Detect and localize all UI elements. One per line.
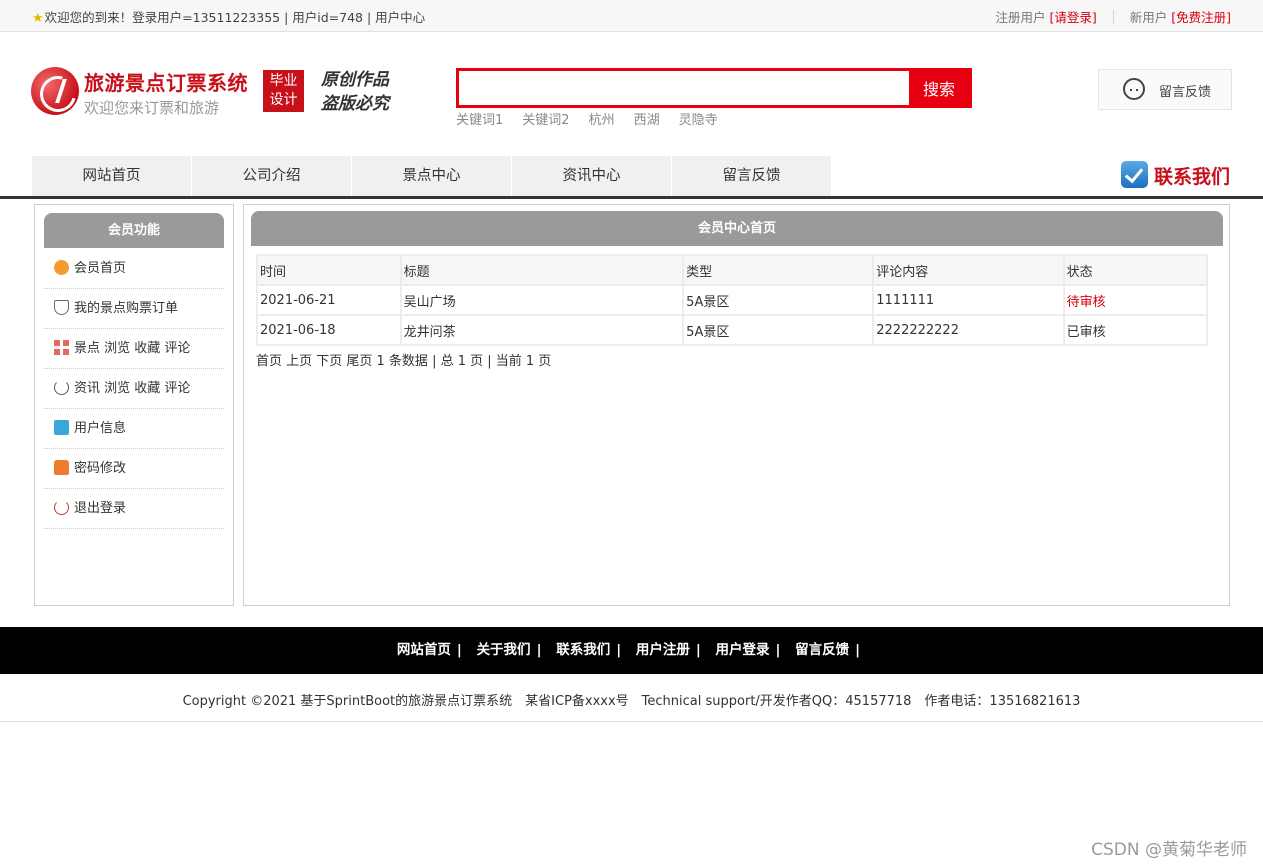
footer-link-feedback[interactable]: 留言反馈 — [795, 642, 849, 658]
sidebar-item-change-password[interactable]: 密码修改 — [44, 449, 224, 489]
status-badge: 待审核 — [1064, 286, 1206, 314]
order-icon — [54, 300, 69, 315]
sidebar-item-logout[interactable]: 退出登录 — [44, 489, 224, 529]
column-header-time: 时间 — [258, 256, 400, 284]
column-header-type: 类型 — [684, 256, 873, 284]
nav-item-attractions[interactable]: 景点中心 — [352, 156, 512, 196]
table-row: 2021-06-21 吴山广场 5A景区 1111111 待审核 — [258, 286, 1206, 314]
logo-icon[interactable] — [31, 67, 79, 115]
sidebar-menu: 会员首页 我的景点购票订单 景点 浏览 收藏 评论 资讯 浏览 收藏 评论 用户… — [44, 249, 224, 529]
search-button[interactable]: 搜索 — [909, 71, 969, 105]
footer-link-register[interactable]: 用户注册 — [636, 642, 690, 658]
nav-item-news[interactable]: 资讯中心 — [512, 156, 672, 196]
column-header-title: 标题 — [401, 256, 683, 284]
star-icon: ★ — [32, 11, 44, 26]
feedback-label: 留言反馈 — [1159, 85, 1212, 100]
column-header-status: 状态 — [1064, 256, 1206, 284]
hot-keyword[interactable]: 灵隐寺 — [679, 113, 718, 128]
nav-item-company[interactable]: 公司介绍 — [192, 156, 352, 196]
main-nav: 网站首页 公司介绍 景点中心 资讯中心 留言反馈 — [32, 156, 832, 196]
power-icon — [54, 500, 69, 515]
badge-line-1: 毕业 — [269, 73, 298, 89]
sidebar-item-attraction-activity[interactable]: 景点 浏览 收藏 评论 — [44, 329, 224, 369]
sidebar-item-label: 景点 浏览 收藏 评论 — [74, 341, 191, 356]
footer-link-login[interactable]: 用户登录 — [715, 642, 769, 658]
watermark: CSDN @黄菊华老师 — [1091, 840, 1247, 860]
search-box: 搜索 — [456, 68, 972, 108]
new-user-label: 新用户 — [1129, 10, 1168, 25]
status-badge: 已审核 — [1064, 316, 1206, 344]
comment-table: 时间 标题 类型 评论内容 状态 2021-06-21 吴山广场 5A景区 11… — [256, 254, 1208, 346]
table-row: 2021-06-18 龙井问茶 5A景区 2222222222 已审核 — [258, 316, 1206, 344]
customer-service-icon — [1123, 78, 1145, 100]
member-center-panel: 会员中心首页 时间 标题 类型 评论内容 状态 2021-06-21 吴山广场 … — [243, 204, 1230, 606]
grid-icon — [54, 340, 69, 355]
sidebar-item-orders[interactable]: 我的景点购票订单 — [44, 289, 224, 329]
contact-us-label: 联系我们 — [1154, 166, 1231, 188]
sidebar-title: 会员功能 — [44, 213, 224, 248]
sidebar-item-label: 资讯 浏览 收藏 评论 — [74, 381, 191, 396]
user-info-icon — [54, 420, 69, 435]
copyright-text: Copyright ©2021 基于SprintBoot的旅游景点订票系统 某省… — [182, 694, 1081, 709]
cell-time: 2021-06-21 — [258, 286, 400, 314]
account-links: 注册用户 [请登录] 新用户 [免费注册] — [995, 7, 1231, 26]
cell-comment: 1111111 — [874, 286, 1063, 314]
cell-title: 龙井问茶 — [401, 316, 683, 344]
refresh-icon — [54, 380, 69, 395]
cell-comment: 2222222222 — [874, 316, 1063, 344]
footer-link-contact[interactable]: 联系我们 — [556, 642, 610, 658]
nav-item-feedback[interactable]: 留言反馈 — [672, 156, 832, 196]
registered-user-label: 注册用户 — [995, 10, 1046, 25]
panel-title: 会员中心首页 — [251, 211, 1223, 246]
sidebar-item-user-info[interactable]: 用户信息 — [44, 409, 224, 449]
hot-keyword[interactable]: 关键词2 — [522, 113, 569, 128]
phone-icon — [1121, 161, 1148, 188]
search-input[interactable] — [459, 71, 909, 105]
top-bar: ★欢迎您的到来！登录用户=13511223355 | 用户id=748 | 用户… — [0, 0, 1263, 32]
cell-title: 吴山广场 — [401, 286, 683, 314]
badge-line-2: 设计 — [269, 92, 298, 108]
column-header-comment: 评论内容 — [874, 256, 1063, 284]
slogan-line-1: 原创作品 — [321, 70, 389, 90]
register-link[interactable]: [免费注册] — [1171, 10, 1231, 25]
sidebar-item-label: 会员首页 — [74, 261, 127, 276]
sidebar-item-news-activity[interactable]: 资讯 浏览 收藏 评论 — [44, 369, 224, 409]
footer-divider — [0, 721, 1263, 722]
site-title: 旅游景点订票系统 — [84, 71, 248, 95]
footer-nav: 网站首页 | 关于我们 | 联系我们 | 用户注册 | 用户登录 | 留言反馈 | — [0, 627, 1263, 674]
pagination[interactable]: 首页 上页 下页 尾页 1 条数据 | 总 1 页 | 当前 1 页 — [256, 350, 551, 369]
cell-type: 5A景区 — [684, 286, 873, 314]
nav-item-home[interactable]: 网站首页 — [32, 156, 192, 196]
table-header-row: 时间 标题 类型 评论内容 状态 — [258, 256, 1206, 284]
lock-icon — [54, 460, 69, 475]
hot-keywords: 关键词1 关键词2 杭州 西湖 灵隐寺 — [456, 109, 737, 128]
slogan-line-2: 盗版必究 — [321, 94, 389, 114]
welcome-message[interactable]: 欢迎您的到来！登录用户=13511223355 | 用户id=748 | 用户中… — [45, 10, 426, 25]
member-sidebar: 会员功能 会员首页 我的景点购票订单 景点 浏览 收藏 评论 资讯 浏览 收藏 … — [34, 204, 234, 606]
footer-link-about[interactable]: 关于我们 — [477, 642, 531, 658]
divider — [1112, 10, 1114, 24]
feedback-button[interactable]: 留言反馈 — [1098, 69, 1232, 110]
sidebar-item-label: 退出登录 — [74, 501, 127, 516]
welcome-text: ★欢迎您的到来！登录用户=13511223355 | 用户id=748 | 用户… — [32, 7, 425, 26]
sidebar-item-label: 密码修改 — [74, 461, 127, 476]
cell-time: 2021-06-18 — [258, 316, 400, 344]
hot-keyword[interactable]: 西湖 — [634, 113, 660, 128]
footer-link-home[interactable]: 网站首页 — [397, 642, 451, 658]
login-link[interactable]: [请登录] — [1050, 10, 1097, 25]
home-icon — [54, 260, 69, 275]
sidebar-item-label: 我的景点购票订单 — [74, 301, 179, 316]
graduation-badge: 毕业 设计 — [263, 70, 304, 112]
cell-type: 5A景区 — [684, 316, 873, 344]
site-subtitle: 欢迎您来订票和旅游 — [84, 99, 220, 117]
sidebar-item-member-home[interactable]: 会员首页 — [44, 249, 224, 289]
sidebar-item-label: 用户信息 — [74, 421, 127, 436]
hot-keyword[interactable]: 杭州 — [589, 113, 615, 128]
nav-divider — [0, 196, 1263, 199]
hot-keyword[interactable]: 关键词1 — [456, 113, 503, 128]
slogan: 原创作品 盗版必究 — [321, 68, 389, 116]
